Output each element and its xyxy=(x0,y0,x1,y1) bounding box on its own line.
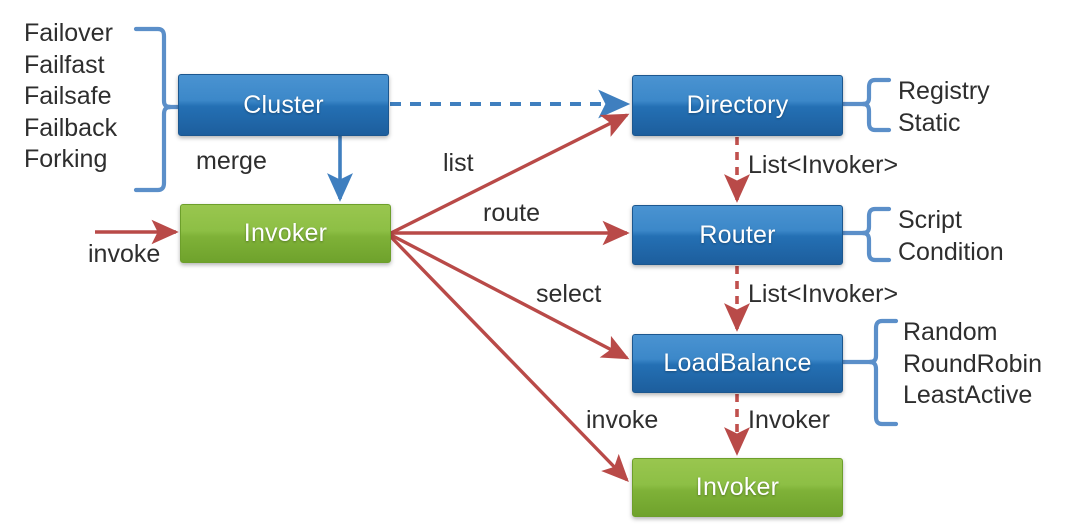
diagram-canvas: Cluster Invoker Directory Router LoadBal… xyxy=(0,0,1080,526)
left-brace-icon xyxy=(133,26,182,193)
list-item-static: Static xyxy=(898,108,961,137)
edge-label-route: route xyxy=(483,199,540,227)
node-directory[interactable]: Directory xyxy=(632,75,843,136)
list-item-random: Random xyxy=(903,318,998,346)
node-router[interactable]: Router xyxy=(632,205,843,265)
directory-impl-list: Registry Static xyxy=(898,76,990,139)
brace-router-icon xyxy=(840,206,892,263)
list-item-registry: Registry xyxy=(898,77,990,105)
left-brace-list: Failover Failfast Failsafe Failback Fork… xyxy=(24,18,117,176)
node-loadbalance[interactable]: LoadBalance xyxy=(632,334,843,393)
router-impl-list: Script Condition xyxy=(898,205,1004,268)
edge-label-invoker-result: Invoker xyxy=(748,406,830,434)
list-item-failover: Failover xyxy=(24,19,113,47)
edge-invoke-out xyxy=(389,235,629,482)
list-item-failback: Failback xyxy=(24,113,118,142)
list-item-forking: Forking xyxy=(24,145,108,173)
edge-label-invoke-out: invoke xyxy=(586,406,659,434)
edge-label-invoke-in: invoke xyxy=(88,240,161,268)
list-item-script: Script xyxy=(898,206,962,234)
list-item-failfast: Failfast xyxy=(24,50,105,79)
node-cluster[interactable]: Cluster xyxy=(178,74,389,136)
edge-label-merge: merge xyxy=(196,147,267,175)
brace-loadbalance-icon xyxy=(840,318,899,427)
edge-label-list-invoker-2: List<Invoker> xyxy=(748,280,899,308)
node-invoker-out[interactable]: Invoker xyxy=(632,458,843,517)
list-item-leastactive: LeastActive xyxy=(903,381,1033,409)
list-item-failsafe: Failsafe xyxy=(24,82,112,110)
edge-label-list-invoker-1: List<Invoker> xyxy=(748,151,899,179)
edge-label-list: list xyxy=(443,149,474,177)
brace-directory-icon xyxy=(840,77,892,133)
list-item-condition: Condition xyxy=(898,237,1004,266)
edge-label-select: select xyxy=(536,280,602,308)
list-item-roundrobin: RoundRobin xyxy=(903,349,1042,378)
node-invoker-left[interactable]: Invoker xyxy=(180,204,391,263)
loadbalance-impl-list: Random RoundRobin LeastActive xyxy=(903,317,1042,412)
